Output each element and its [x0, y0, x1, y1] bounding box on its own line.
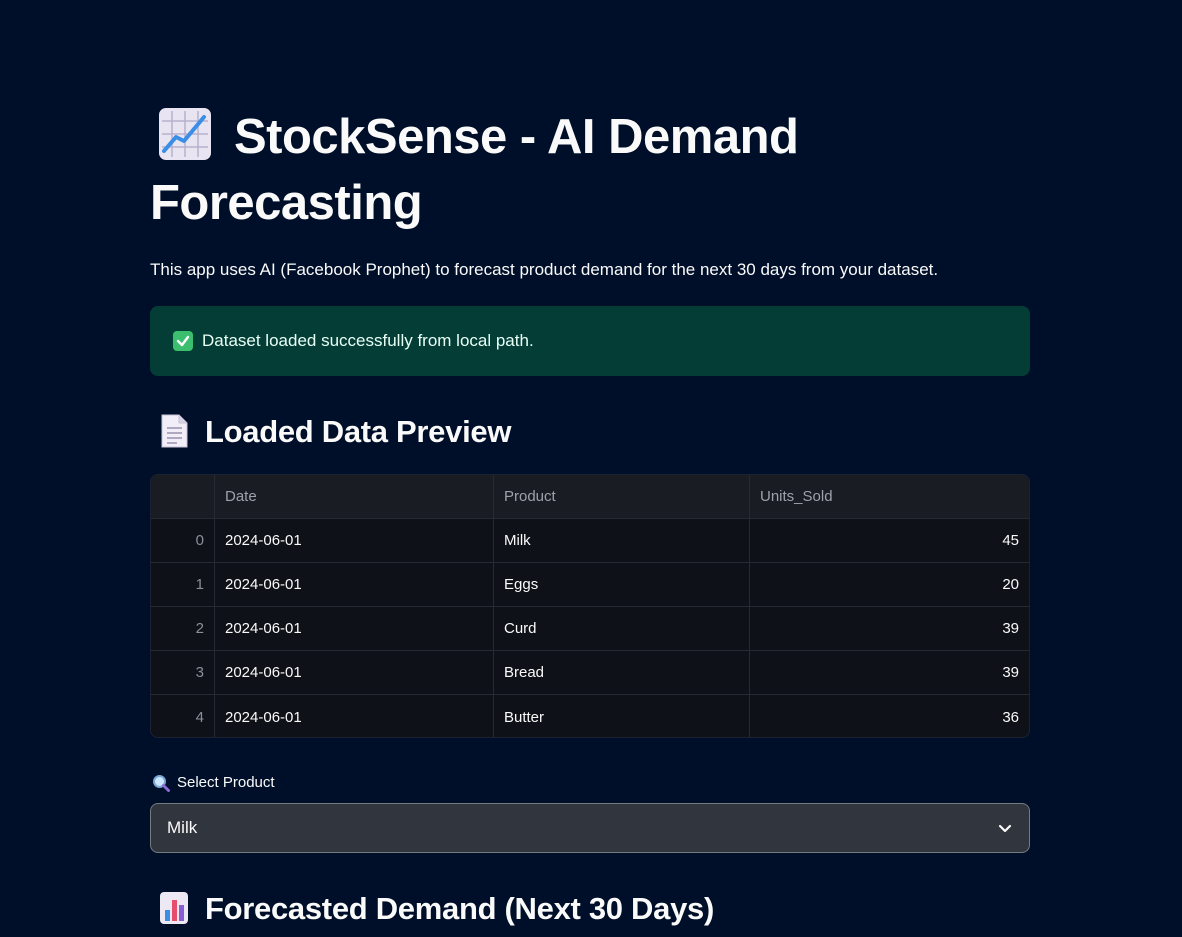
date-cell[interactable]: 2024-06-01: [215, 607, 494, 650]
table-row[interactable]: 0 2024-06-01 Milk 45: [151, 519, 1029, 563]
document-icon: [161, 414, 188, 448]
column-header-units-sold[interactable]: Units_Sold: [750, 475, 1029, 518]
units-sold-cell[interactable]: 39: [750, 651, 1029, 694]
column-header-index[interactable]: [151, 475, 215, 518]
app-description: This app uses AI (Facebook Prophet) to f…: [150, 260, 939, 279]
check-mark-icon: [173, 331, 193, 351]
column-header-product[interactable]: Product: [494, 475, 750, 518]
units-sold-cell[interactable]: 36: [750, 695, 1029, 737]
alert-text: Dataset loaded successfully from local p…: [202, 331, 534, 350]
row-index: 4: [151, 695, 215, 737]
select-product-label: Select Product: [150, 772, 275, 794]
product-cell[interactable]: Butter: [494, 695, 750, 737]
date-cell[interactable]: 2024-06-01: [215, 695, 494, 737]
bar-chart-icon: [160, 892, 188, 924]
forecast-heading: Forecasted Demand (Next 30 Days): [150, 889, 714, 929]
product-cell[interactable]: Bread: [494, 651, 750, 694]
forecast-heading-text: Forecasted Demand (Next 30 Days): [205, 891, 714, 926]
page-title: StockSense - AI Demand Forecasting: [150, 104, 1030, 236]
chart-increasing-icon: [159, 108, 211, 160]
magnifying-glass-icon: [153, 775, 170, 792]
product-select[interactable]: Milk: [150, 803, 1030, 853]
units-sold-cell[interactable]: 39: [750, 607, 1029, 650]
product-cell[interactable]: Eggs: [494, 563, 750, 606]
data-preview-table[interactable]: Date Product Units_Sold 0 2024-06-01 Mil…: [150, 474, 1030, 738]
success-alert: Dataset loaded successfully from local p…: [150, 306, 1030, 376]
units-sold-cell[interactable]: 45: [750, 519, 1029, 562]
table-row[interactable]: 3 2024-06-01 Bread 39: [151, 651, 1029, 695]
table-row[interactable]: 1 2024-06-01 Eggs 20: [151, 563, 1029, 607]
table-row[interactable]: 2 2024-06-01 Curd 39: [151, 607, 1029, 651]
table-row[interactable]: 4 2024-06-01 Butter 36: [151, 695, 1029, 737]
date-cell[interactable]: 2024-06-01: [215, 519, 494, 562]
date-cell[interactable]: 2024-06-01: [215, 563, 494, 606]
product-cell[interactable]: Curd: [494, 607, 750, 650]
row-index: 1: [151, 563, 215, 606]
select-label-text: Select Product: [177, 774, 275, 791]
table-header-row: Date Product Units_Sold: [151, 475, 1029, 519]
date-cell[interactable]: 2024-06-01: [215, 651, 494, 694]
selected-product-value: Milk: [167, 818, 198, 837]
product-cell[interactable]: Milk: [494, 519, 750, 562]
chevron-down-icon[interactable]: [997, 820, 1013, 836]
preview-heading-text: Loaded Data Preview: [205, 414, 512, 449]
column-header-date[interactable]: Date: [215, 475, 494, 518]
row-index: 3: [151, 651, 215, 694]
title-text: StockSense - AI Demand Forecasting: [150, 110, 799, 230]
units-sold-cell[interactable]: 20: [750, 563, 1029, 606]
preview-heading: Loaded Data Preview: [150, 412, 511, 452]
row-index: 2: [151, 607, 215, 650]
row-index: 0: [151, 519, 215, 562]
